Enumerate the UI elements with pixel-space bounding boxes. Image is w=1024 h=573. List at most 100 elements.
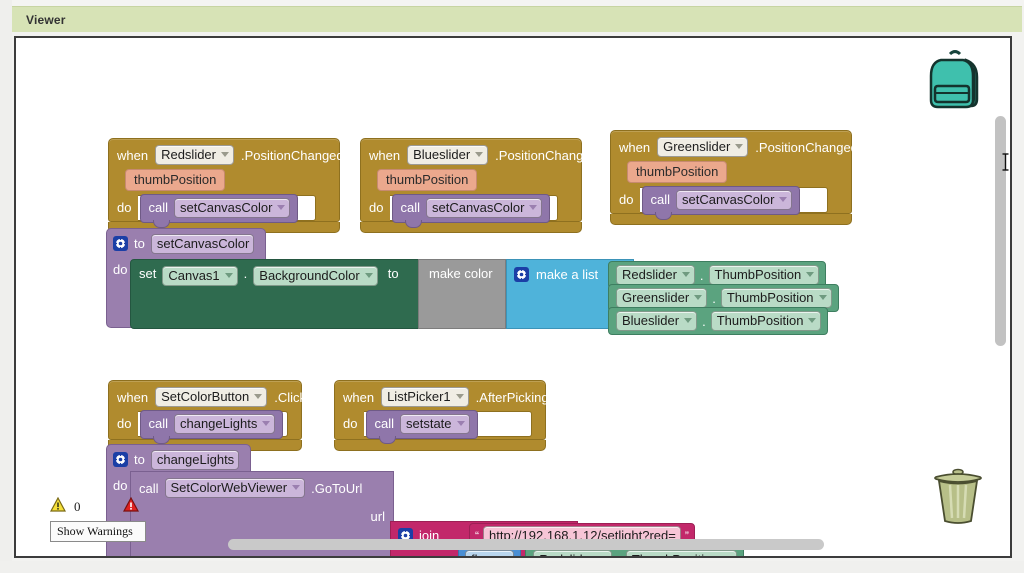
procedure-dropdown-setcanvascolor[interactable]: setCanvasColor: [426, 198, 543, 218]
procedure-dropdown-setstate[interactable]: setstate: [400, 414, 470, 434]
chevron-down-icon: [365, 273, 373, 278]
chevron-down-icon: [819, 295, 827, 300]
warning-counts-row: 0: [50, 497, 146, 517]
warning-triangle-icon[interactable]: [50, 497, 66, 517]
event-block-footer: [610, 214, 852, 225]
block-make-color[interactable]: make color: [418, 259, 506, 329]
procedure-dropdown-setcanvascolor[interactable]: setCanvasColor: [676, 190, 793, 210]
block-call-setstate[interactable]: call setstate: [366, 410, 477, 439]
chevron-down-icon: [221, 152, 229, 157]
procedure-name-field[interactable]: changeLights: [151, 450, 239, 470]
event-block-body[interactable]: when Greenslider .PositionChanged thumbP…: [610, 130, 852, 214]
chevron-down-icon: [779, 197, 787, 202]
call-label: call: [139, 481, 159, 496]
block-when-greenslider-positionchanged[interactable]: when Greenslider .PositionChanged thumbP…: [610, 130, 852, 225]
event-name-label: .PositionChanged: [241, 148, 344, 163]
chevron-down-icon: [806, 272, 814, 277]
block-when-listpicker1-afterpicking[interactable]: when ListPicker1 .AfterPicking do call: [334, 380, 546, 451]
event-block-body[interactable]: when Blueslider .PositionChanged thumbPo…: [360, 138, 582, 222]
component-dropdown-setcolorwebviewer[interactable]: SetColorWebViewer: [165, 478, 306, 498]
procedure-dropdown-changelights[interactable]: changeLights: [174, 414, 275, 434]
horizontal-scrollbar-thumb[interactable]: [228, 539, 824, 550]
block-procedure-setcanvascolor[interactable]: to setCanvasColor do set Canvas1 . Bac: [106, 228, 266, 328]
gear-icon[interactable]: [113, 452, 128, 467]
block-call-setcanvascolor[interactable]: call setCanvasColor: [392, 194, 550, 223]
component-dropdown-blueslider[interactable]: Blueslider: [616, 311, 697, 331]
param-thumbposition[interactable]: thumbPosition: [627, 161, 727, 183]
block-call-setcanvascolor[interactable]: call setCanvasColor: [642, 186, 800, 215]
param-thumbposition[interactable]: thumbPosition: [125, 169, 225, 191]
error-triangle-icon[interactable]: [123, 497, 139, 517]
math-dropdown-floor[interactable]: floor: [465, 550, 514, 558]
statement-socket[interactable]: call setCanvasColor: [390, 195, 558, 221]
call-label: call: [148, 200, 168, 215]
statement-socket[interactable]: call setCanvasColor: [640, 187, 828, 213]
gear-icon[interactable]: [113, 236, 128, 251]
to-label: to: [134, 452, 145, 467]
show-warnings-button[interactable]: Show Warnings: [50, 521, 146, 542]
block-when-redslider-positionchanged[interactable]: when Redslider .PositionChanged thumbPos…: [108, 138, 340, 233]
do-label: do: [369, 195, 383, 215]
event-name-label: .PositionChanged: [755, 140, 858, 155]
component-dropdown-canvas1[interactable]: Canvas1: [162, 266, 237, 286]
chevron-down-icon: [694, 295, 702, 300]
block-call-setcanvascolor[interactable]: call setCanvasColor: [140, 194, 298, 223]
property-dropdown-thumbposition[interactable]: ThumbPosition: [709, 265, 820, 285]
component-dropdown-blueslider[interactable]: Blueslider: [407, 145, 488, 165]
component-dropdown-listpicker1[interactable]: ListPicker1: [381, 387, 469, 407]
vertical-scrollbar-thumb[interactable]: [995, 116, 1006, 346]
chevron-down-icon: [684, 318, 692, 323]
page-title: Viewer: [12, 13, 66, 27]
trash-icon[interactable]: [928, 463, 988, 534]
block-getter-blueslider-thumbposition[interactable]: Blueslider . ThumbPosition: [608, 307, 828, 335]
blocks-workspace-canvas[interactable]: when Redslider .PositionChanged thumbPos…: [16, 38, 1010, 556]
event-do-row: do call setCanvasColor: [369, 195, 573, 221]
event-block-body[interactable]: when ListPicker1 .AfterPicking do call: [334, 380, 546, 440]
dot-separator: .: [244, 266, 248, 281]
event-name-label: .PositionChanged: [495, 148, 598, 163]
property-dropdown-thumbposition[interactable]: ThumbPosition: [626, 550, 737, 558]
component-dropdown-setcolorbutton[interactable]: SetColorButton: [155, 387, 267, 407]
statement-socket[interactable]: call setCanvasColor: [138, 195, 316, 221]
make-color-label: make color: [429, 266, 493, 281]
block-when-setcolorbutton-click[interactable]: when SetColorButton .Click do call: [108, 380, 302, 451]
statement-socket[interactable]: call setstate: [364, 411, 532, 437]
statement-socket[interactable]: call changeLights: [138, 411, 288, 437]
component-dropdown-redslider[interactable]: Redslider: [616, 265, 695, 285]
block-set-canvas1-backgroundcolor[interactable]: set Canvas1 . BackgroundColor to: [130, 259, 443, 329]
chevron-down-icon: [501, 557, 509, 558]
chevron-down-icon: [225, 273, 233, 278]
call-label: call: [400, 200, 420, 215]
block-when-blueslider-positionchanged[interactable]: when Blueslider .PositionChanged thumbPo…: [360, 138, 582, 233]
property-dropdown-thumbposition[interactable]: ThumbPosition: [721, 288, 832, 308]
property-dropdown-thumbposition[interactable]: ThumbPosition: [711, 311, 822, 331]
component-dropdown-greenslider[interactable]: Greenslider: [657, 137, 748, 157]
component-dropdown-redslider[interactable]: Redslider: [533, 550, 612, 558]
event-block-body[interactable]: when Redslider .PositionChanged thumbPos…: [108, 138, 340, 222]
event-block-body[interactable]: when SetColorButton .Click do call: [108, 380, 302, 440]
event-block-footer: [334, 440, 546, 451]
chevron-down-icon: [457, 421, 465, 426]
event-header-row: when ListPicker1 .AfterPicking: [343, 386, 537, 408]
property-dropdown-backgroundcolor[interactable]: BackgroundColor: [253, 266, 377, 286]
do-label: do: [619, 187, 633, 207]
blocks-workspace-frame[interactable]: when Redslider .PositionChanged thumbPos…: [14, 36, 1012, 558]
backpack-icon[interactable]: [924, 46, 986, 121]
warning-indicator-area: 0 Show Warnings: [50, 497, 146, 542]
url-label: url: [371, 509, 385, 524]
block-call-changelights[interactable]: call changeLights: [140, 410, 283, 439]
event-header-row: when SetColorButton .Click: [117, 386, 293, 408]
window-bottom-strip: [0, 561, 1024, 573]
chevron-down-icon: [682, 272, 690, 277]
procedure-dropdown-setcanvascolor[interactable]: setCanvasColor: [174, 198, 291, 218]
event-name-label: .AfterPicking: [476, 390, 549, 405]
to-label: to: [134, 236, 145, 251]
call-header-row: call SetColorWebViewer .GoToUrl: [139, 478, 385, 498]
gear-icon[interactable]: [514, 267, 529, 282]
procedure-name-field[interactable]: setCanvasColor: [151, 234, 255, 254]
call-label: call: [650, 192, 670, 207]
when-label: when: [117, 390, 148, 405]
component-dropdown-greenslider[interactable]: Greenslider: [616, 288, 707, 308]
component-dropdown-redslider[interactable]: Redslider: [155, 145, 234, 165]
param-thumbposition[interactable]: thumbPosition: [377, 169, 477, 191]
